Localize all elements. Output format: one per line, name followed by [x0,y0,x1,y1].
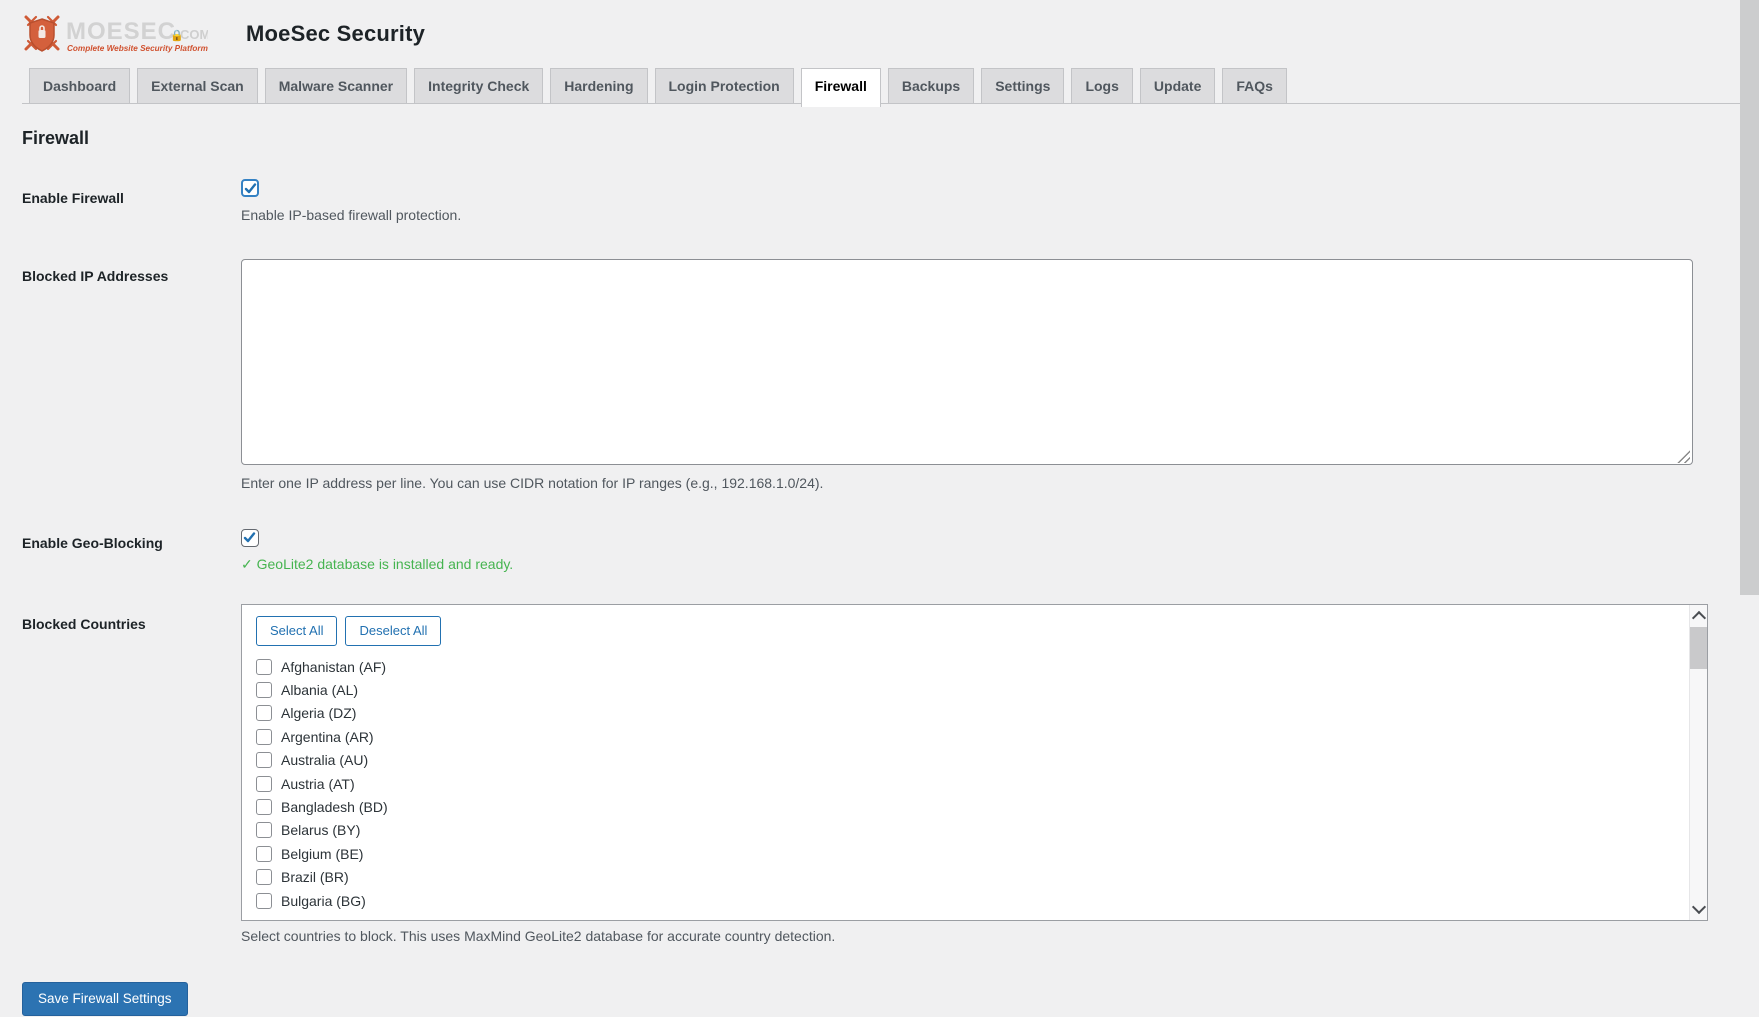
logo-brand-text: MOESEC [66,18,176,45]
country-list-item[interactable]: Bulgaria (BG) [256,889,1693,909]
enable-firewall-row: Enable Firewall Enable IP-based firewall… [22,179,1740,223]
country-label: Australia (AU) [281,752,368,768]
country-list-item[interactable]: Albania (AL) [256,678,1693,701]
checkmark-icon [243,531,256,544]
country-list-item[interactable]: Bangladesh (BD) [256,795,1693,818]
scroll-down-icon[interactable] [1692,900,1706,914]
geo-blocking-label: Enable Geo-Blocking [22,529,241,552]
tab-malware-scanner[interactable]: Malware Scanner [265,68,407,103]
tab-backups[interactable]: Backups [888,68,974,103]
country-checkbox[interactable] [256,729,272,745]
country-checkbox[interactable] [256,682,272,698]
country-label: Albania (AL) [281,682,358,698]
country-checkbox[interactable] [256,846,272,862]
country-checkbox[interactable] [256,869,272,885]
logo-tagline-text: Complete Website Security Platform [67,44,208,53]
country-label: Afghanistan (AF) [281,659,386,675]
plugin-header: MOESEC 🔒 COM Complete Website Security P… [22,12,1740,56]
enable-firewall-label: Enable Firewall [22,179,241,207]
country-checkbox[interactable] [256,659,272,675]
tab-update[interactable]: Update [1140,68,1215,103]
tab-faqs[interactable]: FAQs [1222,68,1287,103]
tab-firewall[interactable]: Firewall [801,68,881,107]
country-checkbox[interactable] [256,776,272,792]
country-list-item[interactable]: Belarus (BY) [256,819,1693,842]
country-list-item[interactable]: Algeria (DZ) [256,702,1693,725]
geo-blocking-checkbox[interactable] [241,529,259,547]
country-list: Afghanistan (AF) Albania (AL) Algeria (D… [256,655,1693,909]
tab-logs[interactable]: Logs [1071,68,1132,103]
page-scrollbar[interactable] [1740,0,1759,1017]
country-label: Belarus (BY) [281,822,360,838]
country-list-item[interactable]: Afghanistan (AF) [256,655,1693,678]
enable-firewall-description: Enable IP-based firewall protection. [241,207,1740,223]
country-label: Brazil (BR) [281,869,349,885]
tab-bar: DashboardExternal ScanMalware ScannerInt… [22,68,1740,104]
country-label: Algeria (DZ) [281,705,356,721]
deselect-all-button[interactable]: Deselect All [345,616,441,646]
blocked-ips-textarea[interactable] [241,259,1693,465]
moesec-logo: MOESEC 🔒 COM Complete Website Security P… [22,13,208,55]
country-list-item[interactable]: Austria (AT) [256,772,1693,795]
country-label: Bulgaria (BG) [281,893,366,909]
save-firewall-settings-button[interactable]: Save Firewall Settings [22,982,188,1016]
tab-settings[interactable]: Settings [981,68,1064,103]
tab-hardening[interactable]: Hardening [550,68,647,103]
lock-icon [39,30,46,38]
admin-content: MOESEC 🔒 COM Complete Website Security P… [0,0,1740,1016]
shield-swords-icon: MOESEC 🔒 COM Complete Website Security P… [22,13,208,55]
blocked-countries-box: Select All Deselect All Afghanistan (AF)… [241,604,1708,921]
country-list-item[interactable]: Australia (AU) [256,749,1693,772]
blocked-countries-label: Blocked Countries [22,604,241,633]
country-list-scrollbar[interactable] [1689,605,1707,920]
geo-blocking-row: Enable Geo-Blocking ✓ GeoLite2 database … [22,529,1740,573]
section-heading: Firewall [22,128,1740,149]
page-title: MoeSec Security [246,21,425,47]
country-checkbox[interactable] [256,752,272,768]
blocked-countries-description: Select countries to block. This uses Max… [241,928,1740,944]
blocked-ips-label: Blocked IP Addresses [22,259,241,285]
tab-integrity-check[interactable]: Integrity Check [414,68,543,103]
select-all-button[interactable]: Select All [256,616,337,646]
blocked-countries-row: Blocked Countries Select All Deselect Al… [22,604,1740,944]
country-list-item[interactable]: Belgium (BE) [256,842,1693,865]
tab-dashboard[interactable]: Dashboard [29,68,130,103]
tab-login-protection[interactable]: Login Protection [655,68,794,103]
country-label: Belgium (BE) [281,846,363,862]
country-label: Austria (AT) [281,776,355,792]
country-checkbox[interactable] [256,705,272,721]
scrollbar-thumb[interactable] [1690,627,1707,669]
tab-external-scan[interactable]: External Scan [137,68,258,103]
page-scrollbar-thumb[interactable] [1740,0,1759,595]
scroll-up-icon[interactable] [1692,611,1706,625]
country-label: Argentina (AR) [281,729,374,745]
checkmark-icon [244,182,257,195]
country-list-item[interactable]: Brazil (BR) [256,866,1693,889]
enable-firewall-checkbox[interactable] [241,179,259,197]
blocked-ips-description: Enter one IP address per line. You can u… [241,475,1740,491]
logo-tld-text: COM [180,27,208,42]
country-checkbox[interactable] [256,799,272,815]
blocked-ips-row: Blocked IP Addresses Enter one IP addres… [22,259,1740,491]
country-checkbox[interactable] [256,822,272,838]
country-label: Bangladesh (BD) [281,799,388,815]
geolite-status-text: ✓ GeoLite2 database is installed and rea… [241,556,1740,573]
country-checkbox[interactable] [256,893,272,909]
country-list-item[interactable]: Argentina (AR) [256,725,1693,748]
